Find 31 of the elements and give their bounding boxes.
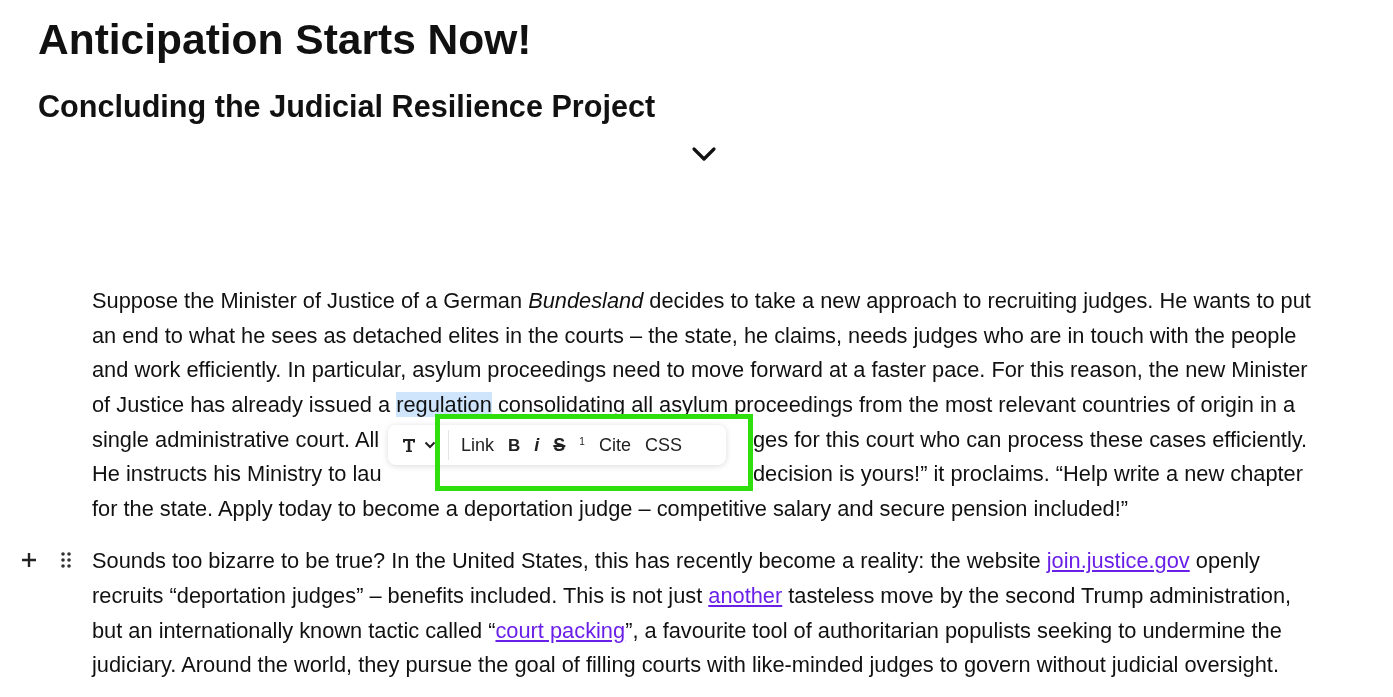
superscript-button[interactable]: 1 (575, 430, 589, 460)
selected-text: regulation (396, 392, 492, 418)
drag-handle-icon[interactable] (60, 551, 72, 570)
toolbar-button[interactable]: Cite (594, 430, 635, 460)
italic-button[interactable]: i (530, 430, 544, 460)
link[interactable]: another (708, 583, 783, 609)
strikethrough-button[interactable]: S (549, 430, 570, 460)
paragraph-text: Suppose the Minister of Justice of a German Bundesland decides to take a new approach to recruiting judges. He wants to put (92, 288, 1311, 315)
paragraph-text: an end to what he sees as detached elites in the courts – the state, he claims, needs judges who are in touch with the people (92, 322, 1297, 349)
paragraph-text: of Justice has already issued a regulation consolidating all asylum proceedings from the most relevant countries of origin in a (92, 392, 1296, 419)
toolbar-button[interactable]: Link (457, 430, 499, 460)
paragraph-text: Sounds too bizarre to be true? In the United States, this has recently become a reality: the website join.justice.gov openly (92, 548, 1261, 575)
paragraph-text: and work efficiently. In particular, asylum proceedings need to move forward at a faster pace. For this reason, the new Minister (92, 357, 1308, 384)
chevron-down-icon (424, 441, 436, 449)
chevron-down-icon[interactable] (690, 146, 717, 162)
paragraph-text: but an internationally known tactic called “court packing”, a favourite tool of authoritarian populists seeking to undermine the (92, 617, 1282, 644)
paragraph-text: single administrative court. All (92, 426, 380, 453)
paragraph-text: decision is yours!” it proclaims. “Help write a new chapter (753, 461, 1303, 488)
paragraph-text: He instructs his Ministry to lau (92, 461, 382, 488)
paragraph-text: judiciary. Around the world, they pursue the goal of filling courts with like-minded judges to govern without judicial oversight. (92, 652, 1279, 679)
paragraph-text: ges for this court who can process these cases efficiently. (753, 426, 1308, 453)
add-block-icon[interactable] (20, 551, 38, 570)
toolbar-button[interactable]: CSS (640, 430, 686, 460)
paragraph-text: for the state. Apply today to become a deportation judge – competitive salary and secure pension included!” (92, 495, 1128, 522)
section-heading: Concluding the Judicial Resilience Project (38, 88, 656, 126)
bold-button[interactable]: B (504, 430, 525, 460)
paragraph-text: recruits “deportation judges” – benefits included. This is not just another tasteless move by the second Trump administration, (92, 583, 1292, 610)
link[interactable]: join.justice.gov (1046, 548, 1190, 574)
text-style-icon (402, 437, 416, 453)
page-title: Anticipation Starts Now! (38, 15, 532, 65)
link[interactable]: court packing (495, 617, 626, 643)
